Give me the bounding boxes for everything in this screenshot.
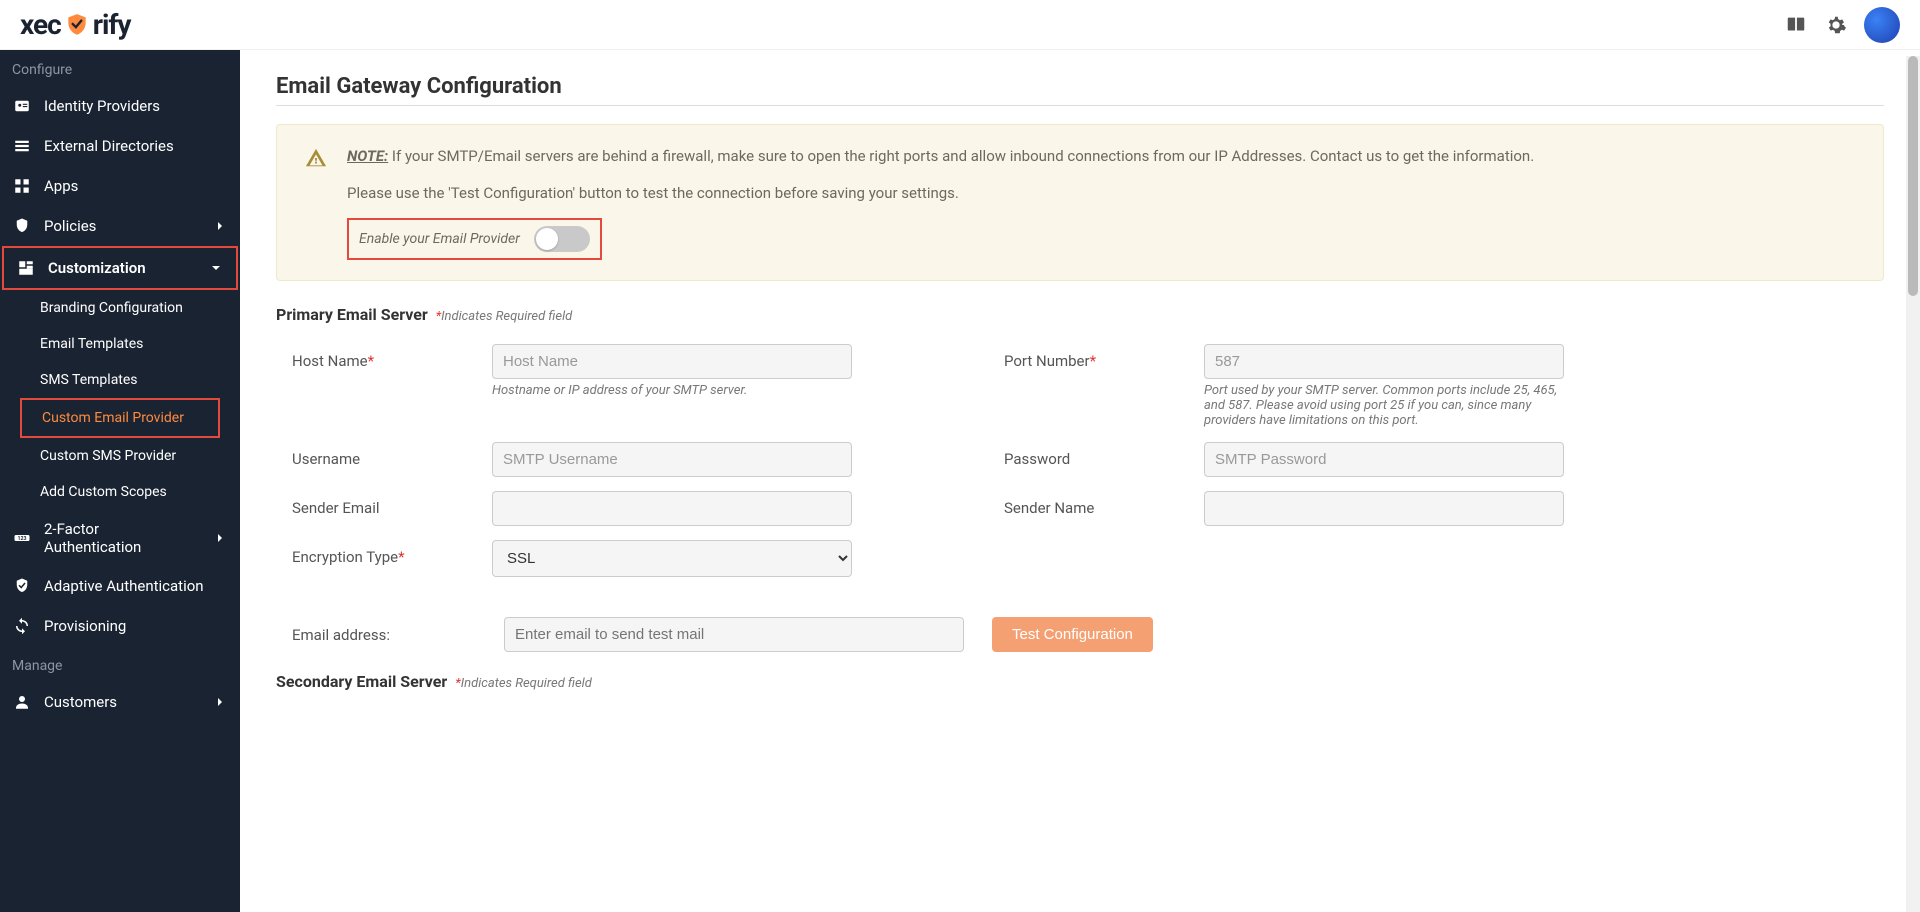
- sidebar: Configure Identity Providers External Di…: [0, 50, 240, 912]
- warning-icon: [305, 147, 327, 260]
- topbar: xec rify: [0, 0, 1920, 50]
- book-icon[interactable]: [1784, 13, 1808, 37]
- note-panel: NOTE: If your SMTP/Email servers are beh…: [276, 124, 1884, 281]
- sidebar-item-2fa[interactable]: 123 2-Factor Authentication: [0, 510, 240, 566]
- sender-email-input[interactable]: [492, 491, 852, 526]
- sender-name-input[interactable]: [1204, 491, 1564, 526]
- id-badge-icon: [12, 96, 32, 116]
- sidebar-item-label: Identity Providers: [44, 97, 228, 115]
- sidebar-item-label: Customization: [48, 259, 196, 277]
- grid-icon: [12, 176, 32, 196]
- avatar[interactable]: [1864, 7, 1900, 43]
- sidebar-item-external-directories[interactable]: External Directories: [0, 126, 240, 166]
- chevron-down-icon: [208, 260, 224, 276]
- encryption-label: Encryption Type*: [292, 540, 492, 566]
- encryption-select[interactable]: SSL: [492, 540, 852, 577]
- chevron-right-icon: [212, 694, 228, 710]
- scrollbar-track[interactable]: [1906, 56, 1920, 912]
- sidebar-item-label: Provisioning: [44, 617, 228, 635]
- toggle-label: Enable your Email Provider: [359, 229, 520, 250]
- test-email-label: Email address:: [292, 626, 476, 644]
- user-label: Username: [292, 442, 492, 468]
- pass-label: Password: [1004, 442, 1204, 468]
- list-icon: [12, 136, 32, 156]
- sender-name-label: Sender Name: [1004, 491, 1204, 517]
- sidebar-item-adaptive-auth[interactable]: Adaptive Authentication: [0, 566, 240, 606]
- sidebar-sub-add-scopes[interactable]: Add Custom Scopes: [0, 474, 240, 510]
- test-configuration-button[interactable]: Test Configuration: [992, 617, 1153, 652]
- sidebar-sub-email-templates[interactable]: Email Templates: [0, 326, 240, 362]
- user-input[interactable]: [492, 442, 852, 477]
- sidebar-item-label: Policies: [44, 217, 200, 235]
- sidebar-sub-custom-email[interactable]: Custom Email Provider: [22, 400, 218, 436]
- page-title: Email Gateway Configuration: [276, 74, 1884, 99]
- sidebar-item-customers[interactable]: Customers: [0, 682, 240, 722]
- shield-check-icon: [12, 576, 32, 596]
- secondary-server-heading: Secondary Email Server *Indicates Requir…: [276, 672, 1884, 691]
- scrollbar-thumb[interactable]: [1908, 56, 1918, 296]
- user-icon: [12, 692, 32, 712]
- customize-icon: [16, 258, 36, 278]
- shield-icon: [12, 216, 32, 236]
- svg-text:123: 123: [17, 536, 26, 542]
- primary-form: Host Name* Hostname or IP address of you…: [276, 344, 1716, 577]
- enable-provider-toggle[interactable]: [534, 226, 590, 252]
- enable-toggle-row: Enable your Email Provider: [347, 218, 602, 260]
- chevron-right-icon: [212, 530, 228, 546]
- port-help: Port used by your SMTP server. Common po…: [1204, 383, 1564, 428]
- section-header-configure: Configure: [0, 50, 240, 86]
- sidebar-item-label: Apps: [44, 177, 228, 195]
- note-text-1: If your SMTP/Email servers are behind a …: [388, 147, 1534, 165]
- port-label: Port Number*: [1004, 344, 1204, 370]
- sidebar-item-label: 2-Factor Authentication: [44, 520, 200, 556]
- divider: [276, 105, 1884, 106]
- host-input[interactable]: [492, 344, 852, 379]
- sidebar-item-customization[interactable]: Customization: [4, 248, 236, 288]
- primary-server-heading: Primary Email Server *Indicates Required…: [276, 305, 1884, 324]
- logo-text-pre: xec: [20, 8, 61, 41]
- test-email-input[interactable]: [504, 617, 964, 652]
- sidebar-sub-custom-sms[interactable]: Custom SMS Provider: [0, 438, 240, 474]
- sidebar-item-label: External Directories: [44, 137, 228, 155]
- pass-input[interactable]: [1204, 442, 1564, 477]
- test-row: Email address: Test Configuration: [276, 617, 1884, 652]
- host-label: Host Name*: [292, 344, 492, 370]
- sync-icon: [12, 616, 32, 636]
- note-label: NOTE:: [347, 147, 388, 165]
- host-help: Hostname or IP address of your SMTP serv…: [492, 383, 852, 398]
- port-input[interactable]: [1204, 344, 1564, 379]
- topbar-right: [1784, 7, 1900, 43]
- logo-shield-icon: [63, 11, 91, 39]
- numbers-icon: 123: [12, 528, 32, 548]
- logo[interactable]: xec rify: [20, 8, 130, 41]
- section-header-manage: Manage: [0, 646, 240, 682]
- sidebar-item-identity-providers[interactable]: Identity Providers: [0, 86, 240, 126]
- sidebar-item-label: Customers: [44, 693, 200, 711]
- sidebar-item-policies[interactable]: Policies: [0, 206, 240, 246]
- gear-icon[interactable]: [1824, 13, 1848, 37]
- logo-text-post: rify: [93, 8, 131, 41]
- chevron-right-icon: [212, 218, 228, 234]
- main-content: Email Gateway Configuration NOTE: If you…: [240, 50, 1920, 912]
- sidebar-sub-sms-templates[interactable]: SMS Templates: [0, 362, 240, 398]
- sidebar-item-provisioning[interactable]: Provisioning: [0, 606, 240, 646]
- sender-email-label: Sender Email: [292, 491, 492, 517]
- note-text-2: Please use the 'Test Configuration' butt…: [347, 182, 1855, 205]
- sidebar-sub-branding[interactable]: Branding Configuration: [0, 290, 240, 326]
- sidebar-item-label: Adaptive Authentication: [44, 577, 228, 595]
- sidebar-item-apps[interactable]: Apps: [0, 166, 240, 206]
